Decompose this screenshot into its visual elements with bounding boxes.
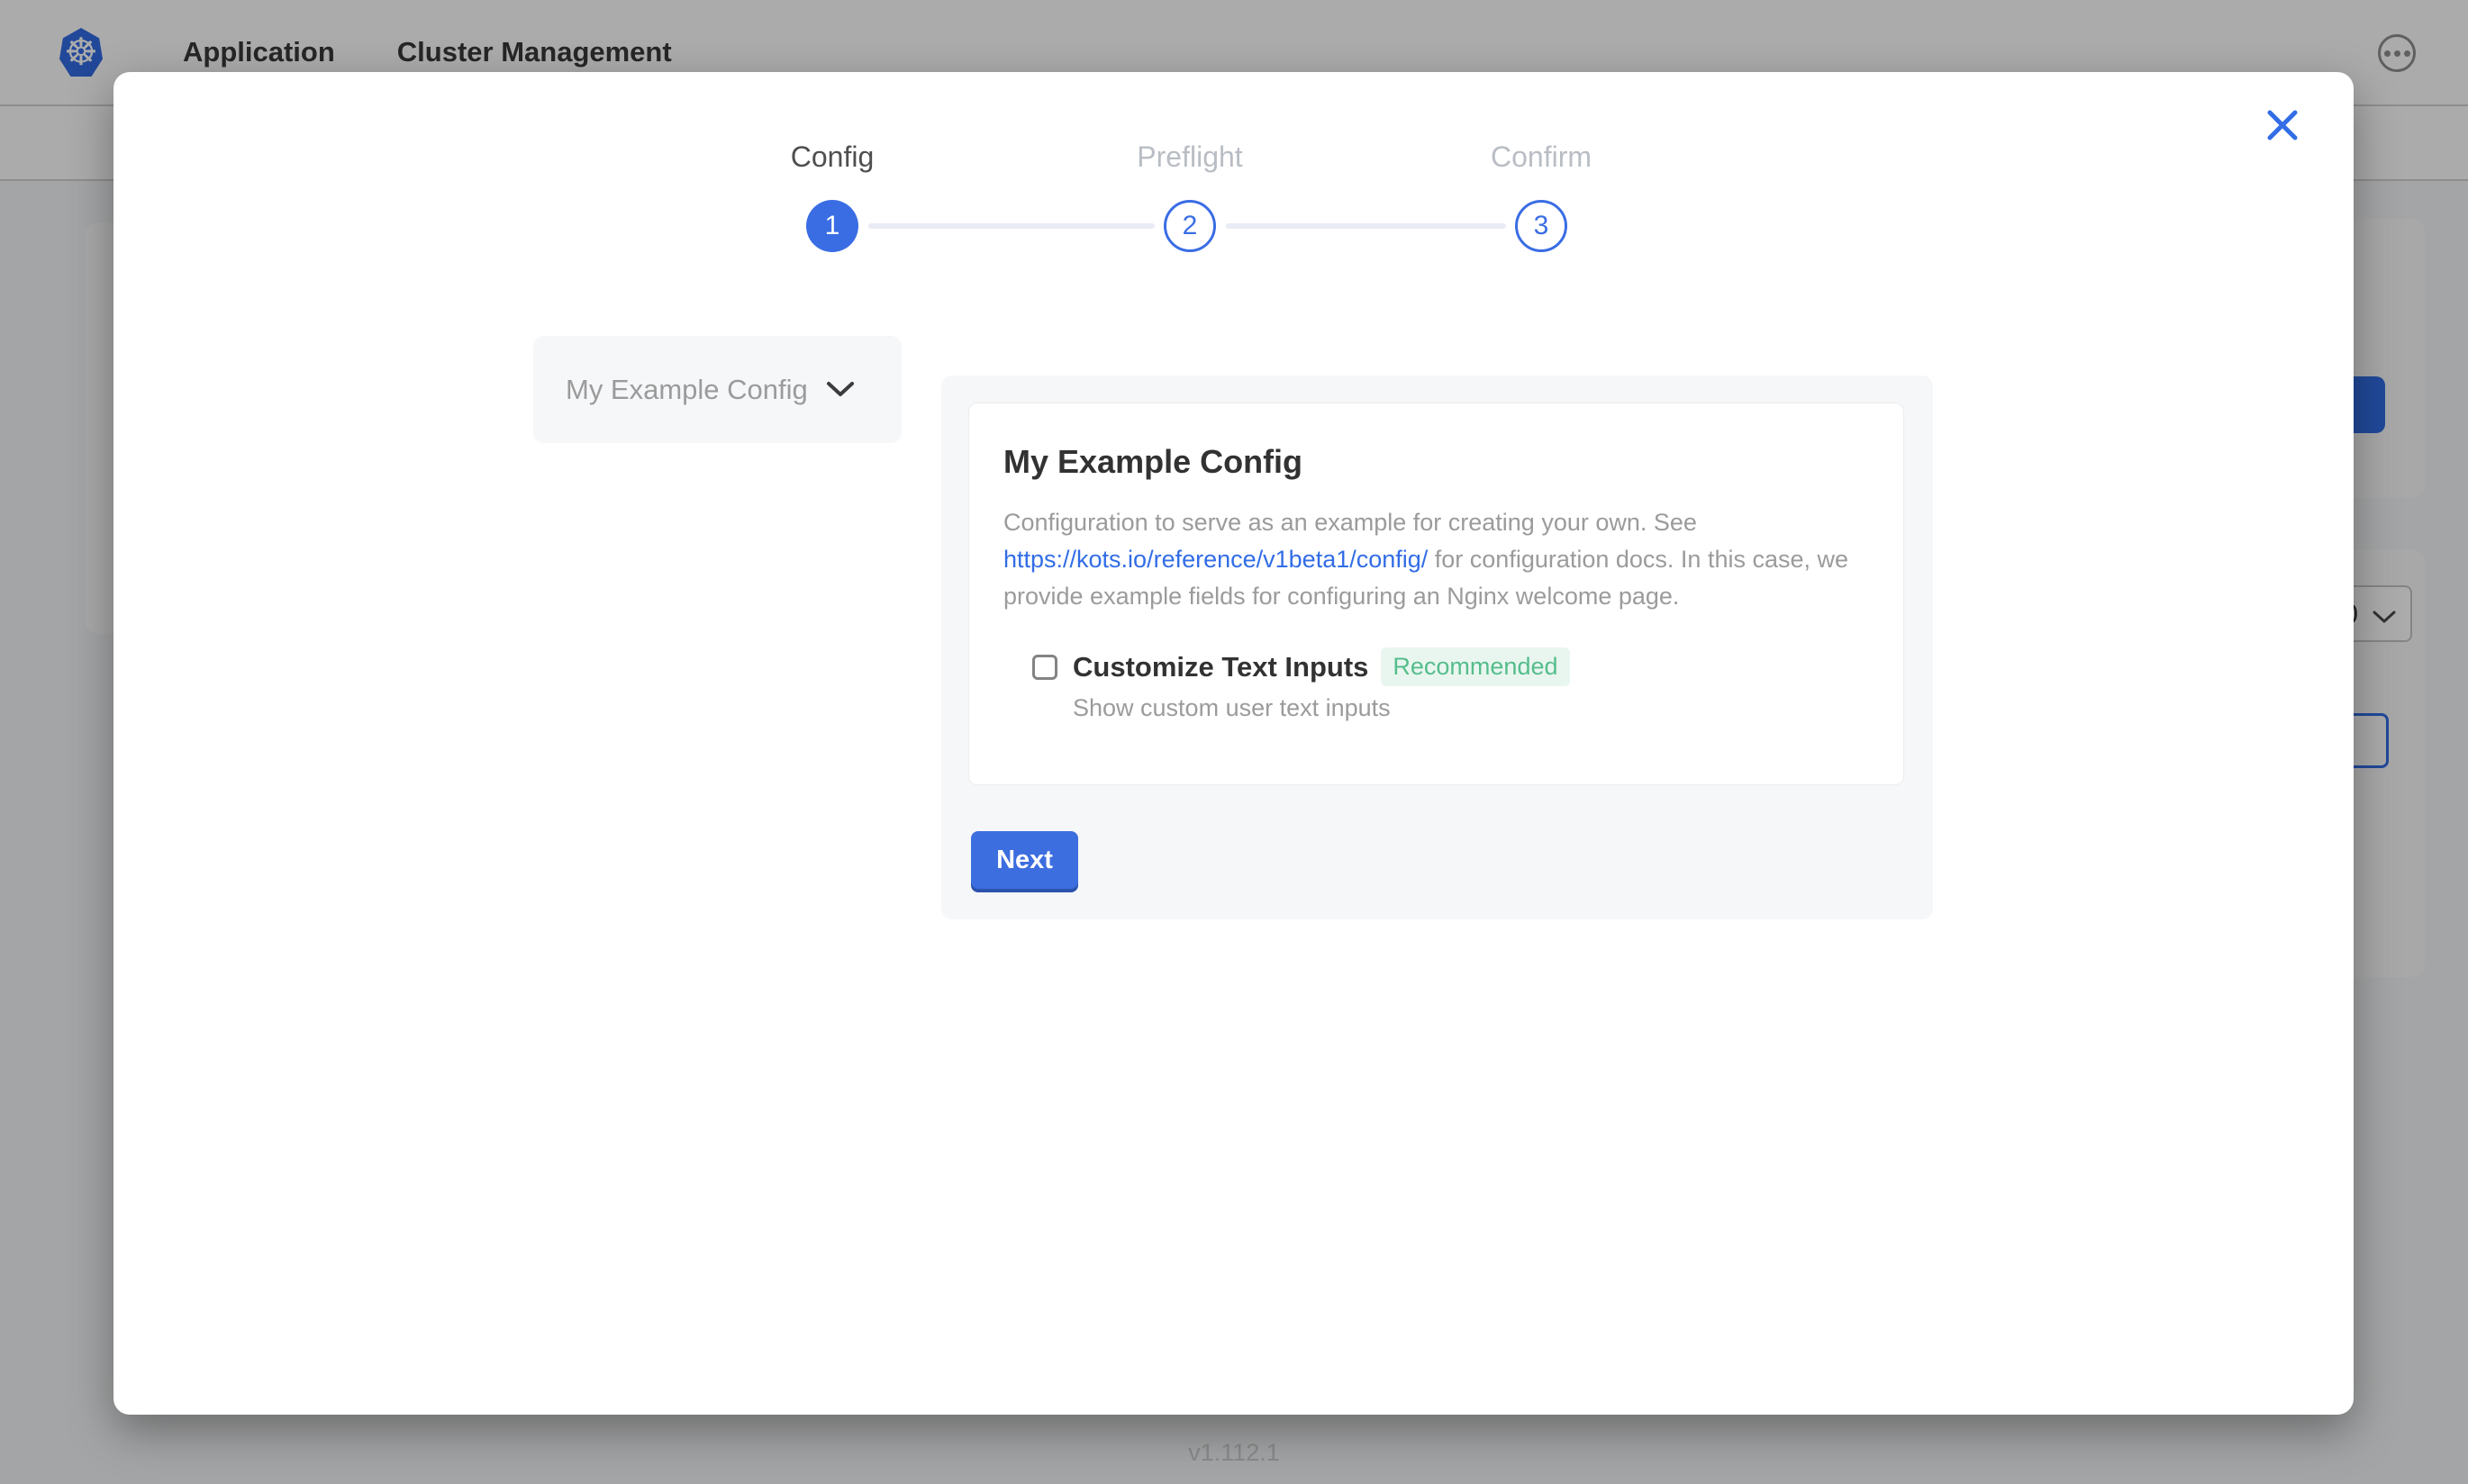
step-label-config: Config xyxy=(724,140,940,174)
customize-text-inputs-help: Show custom user text inputs xyxy=(1073,694,1869,722)
config-docs-link[interactable]: https://kots.io/reference/v1beta1/config… xyxy=(1003,546,1428,573)
config-group-accordion[interactable]: My Example Config xyxy=(533,336,902,443)
customize-text-inputs-checkbox[interactable] xyxy=(1032,655,1057,680)
customize-text-inputs-label[interactable]: Customize Text Inputs xyxy=(1073,651,1368,683)
config-panel: My Example Config Configuration to serve… xyxy=(941,376,1933,919)
step-label-preflight: Preflight xyxy=(1082,140,1298,174)
step-circle-1: 1 xyxy=(806,200,858,252)
config-group-card: My Example Config Configuration to serve… xyxy=(968,403,1904,785)
step-circle-2: 2 xyxy=(1164,200,1216,252)
close-icon[interactable] xyxy=(2265,108,2300,142)
chevron-down-icon xyxy=(826,381,855,398)
description-before-link: Configuration to serve as an example for… xyxy=(1003,509,1697,536)
customize-text-inputs-row: Customize Text Inputs Recommended xyxy=(1032,647,1869,686)
next-button[interactable]: Next xyxy=(971,831,1078,889)
kots-admin-console: ☸ Application Cluster Management 0 y v1.… xyxy=(0,0,2468,1484)
config-wizard-modal: Config Preflight Confirm 1 2 3 My Exampl… xyxy=(113,72,2354,1415)
config-group-label: My Example Config xyxy=(566,374,808,406)
config-card-description: Configuration to serve as an example for… xyxy=(1003,504,1870,615)
recommended-badge: Recommended xyxy=(1381,647,1569,686)
step-circle-3: 3 xyxy=(1515,200,1567,252)
step-label-confirm: Confirm xyxy=(1433,140,1649,174)
step-connector-1-2 xyxy=(868,223,1155,229)
step-connector-2-3 xyxy=(1226,223,1506,229)
config-card-title: My Example Config xyxy=(1003,443,1869,481)
